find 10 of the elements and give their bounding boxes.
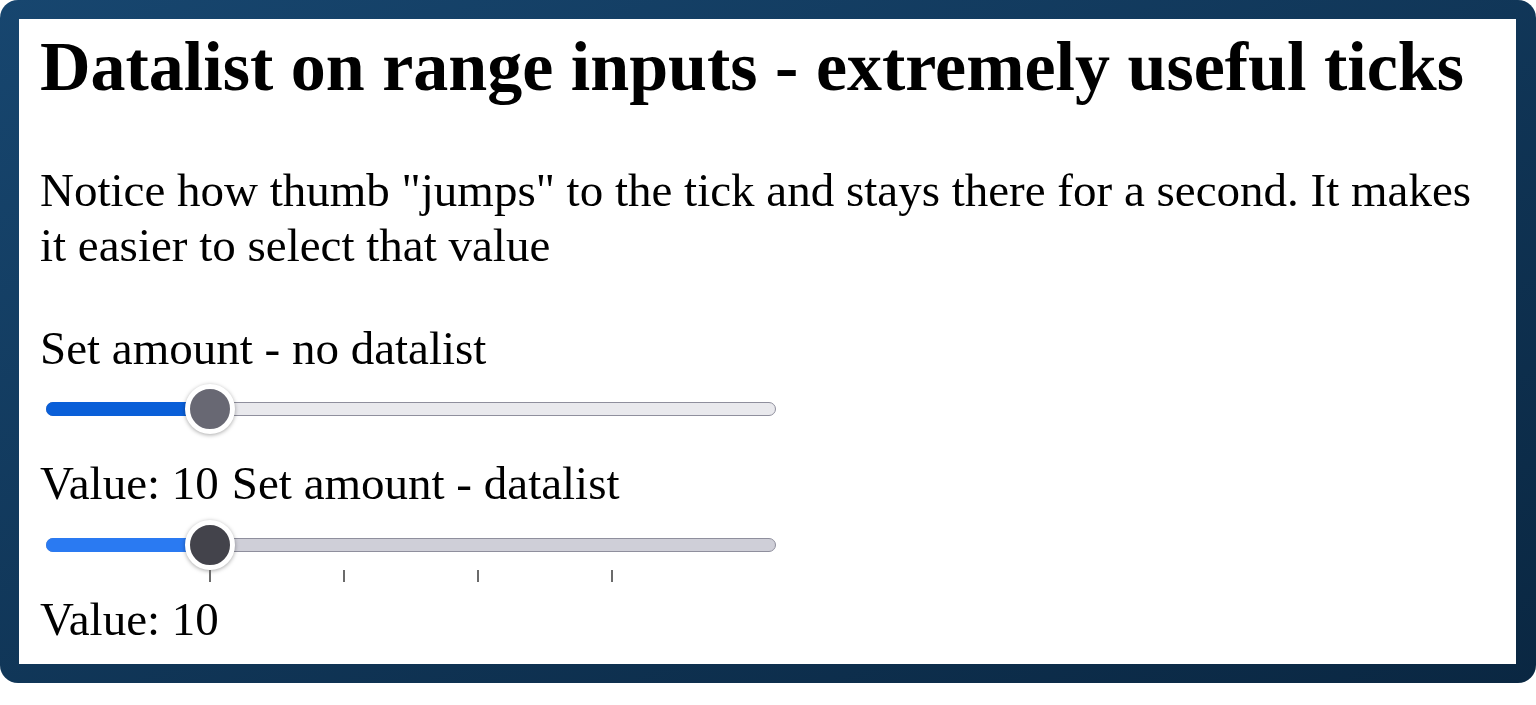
tick-mark	[209, 570, 212, 582]
description-text: Notice how thumb "jumps" to the tick and stays there for a second. It makes it easier to select that value	[40, 163, 1473, 273]
tick-mark	[610, 570, 613, 582]
page-title: Datalist on range inputs - extremely useful ticks	[40, 27, 1464, 107]
value-text: Value: 10	[40, 456, 219, 511]
tick-mark	[343, 570, 346, 582]
value-text: Value: 10	[40, 592, 219, 647]
slider-label: Set amount - no datalist	[40, 321, 487, 376]
slider-label: Set amount - datalist	[231, 456, 620, 511]
tick-mark	[476, 570, 479, 582]
